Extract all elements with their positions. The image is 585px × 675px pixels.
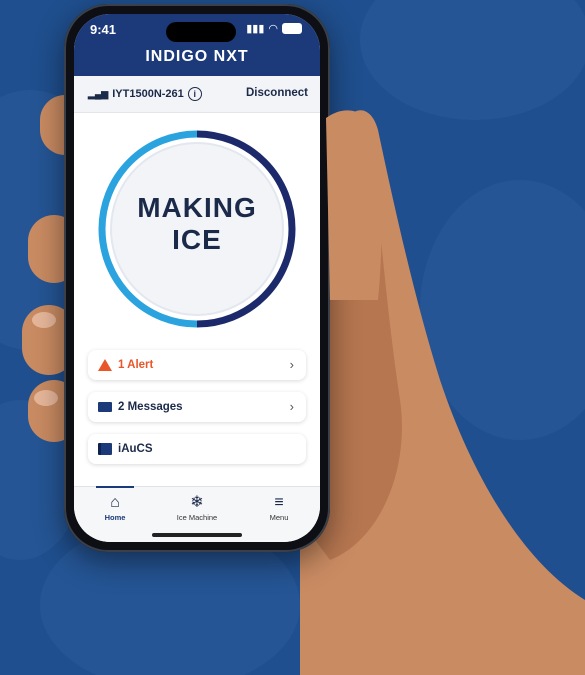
device-name: IYT1500N-261 xyxy=(112,88,184,100)
iaucs-card[interactable]: iAuCS xyxy=(88,434,306,464)
home-indicator xyxy=(152,533,242,537)
dynamic-island xyxy=(166,22,236,42)
phone-device: 9:41 ▮▮▮ ◠ INDIGO NXT ▂▄▆ IYT1500N-261 i… xyxy=(64,4,330,552)
iaucs-label: iAuCS xyxy=(118,443,153,455)
tab-ice-machine[interactable]: ❄ Ice Machine xyxy=(156,493,238,522)
ice-status-text: MAKING ICE xyxy=(98,192,296,256)
status-time: 9:41 xyxy=(90,22,117,37)
tab-menu-label: Menu xyxy=(269,513,289,522)
ice-status-line1: MAKING xyxy=(137,192,257,223)
home-icon: ⌂ xyxy=(110,494,120,511)
app-header: 9:41 ▮▮▮ ◠ INDIGO NXT xyxy=(74,14,320,76)
alert-card[interactable]: 1 Alert › xyxy=(88,350,306,380)
warning-icon xyxy=(98,359,112,371)
ice-status-ring: MAKING ICE xyxy=(98,130,296,328)
disconnect-button[interactable]: Disconnect xyxy=(246,87,308,99)
tab-home-label: Home xyxy=(104,513,126,522)
snowflake-icon: ❄ xyxy=(190,494,204,511)
chevron-right-icon: › xyxy=(289,399,294,414)
book-icon xyxy=(98,443,112,455)
device-info[interactable]: ▂▄▆ IYT1500N-261 i xyxy=(88,87,202,101)
device-bar: ▂▄▆ IYT1500N-261 i Disconnect xyxy=(74,76,320,113)
app-screen: 9:41 ▮▮▮ ◠ INDIGO NXT ▂▄▆ IYT1500N-261 i… xyxy=(74,14,320,542)
battery-icon xyxy=(282,23,302,34)
tab-menu[interactable]: ≡ Menu xyxy=(238,493,320,522)
messages-card[interactable]: 2 Messages › xyxy=(88,392,306,422)
ice-status-line2: ICE xyxy=(172,224,222,255)
tab-ice-machine-label: Ice Machine xyxy=(176,513,218,522)
signal-icon: ▮▮▮ xyxy=(246,23,265,35)
alert-label: 1 Alert xyxy=(118,359,154,371)
status-icons: ▮▮▮ ◠ xyxy=(246,22,302,35)
hamburger-menu-icon: ≡ xyxy=(274,494,284,511)
messages-label: 2 Messages xyxy=(118,401,183,413)
wifi-icon: ◠ xyxy=(268,23,278,35)
mail-icon xyxy=(98,402,112,412)
signal-strength-icon: ▂▄▆ xyxy=(88,88,109,99)
info-icon[interactable]: i xyxy=(187,87,202,101)
tab-home[interactable]: ⌂ Home xyxy=(74,486,156,522)
brand-logo: INDIGO NXT xyxy=(145,48,249,65)
chevron-right-icon: › xyxy=(289,357,294,372)
